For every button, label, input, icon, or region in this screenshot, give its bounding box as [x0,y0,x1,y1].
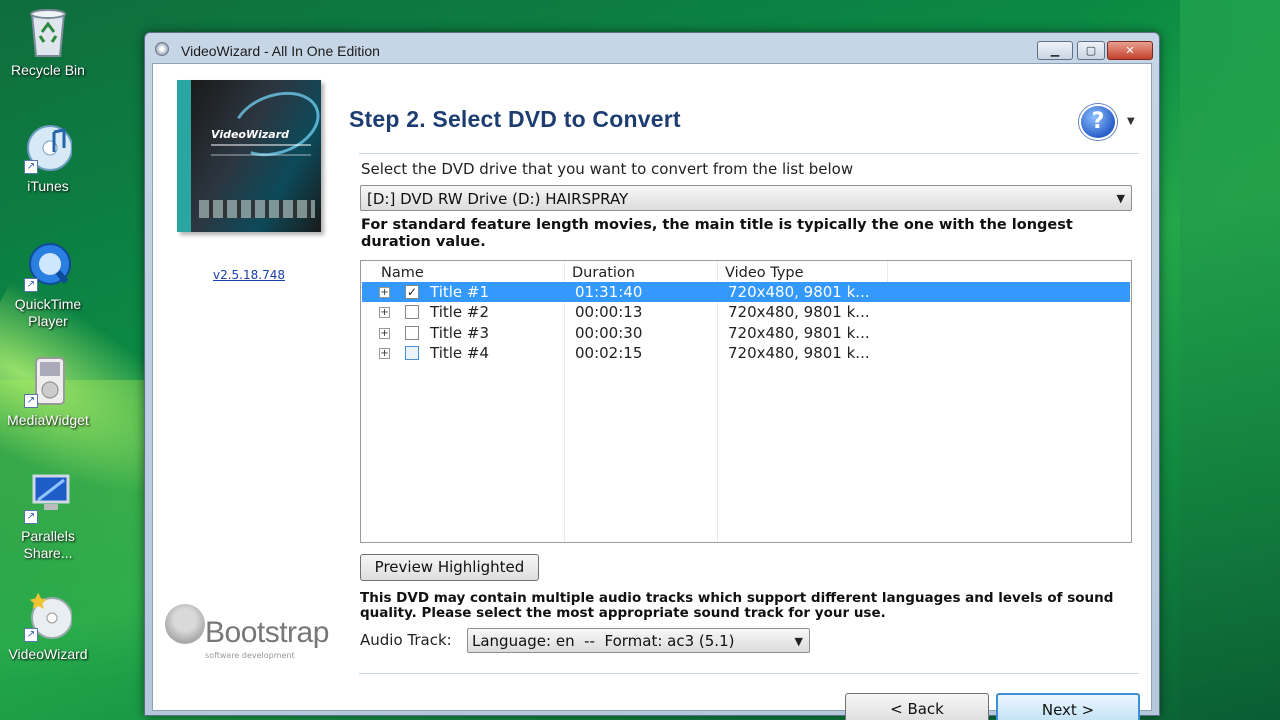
title-video-type: 720x480, 9801 k... [728,303,870,321]
bootstrap-logo-word: Bootstrap [205,616,329,649]
chevron-down-icon: ▼ [794,635,803,648]
table-row[interactable]: + Title #4 00:02:15 720x480, 9801 k... [362,343,1130,363]
audio-track-select[interactable]: Language: en -- Format: ac3 (5.1) ▼ [467,628,810,653]
title-duration: 00:00:30 [575,324,643,342]
column-header-video-type[interactable]: Video Type [725,265,804,281]
wizard-content: VideoWizard v2.5.18.748 Bootstrap softwa… [152,63,1152,720]
desktop-icon-parallels[interactable]: ↗ Parallels Share... [0,472,96,562]
minimize-button[interactable]: ▁ [1037,41,1073,60]
desktop-icon-mediawidget[interactable]: ↗ MediaWidget [0,356,96,429]
table-row[interactable]: + ✓ Title #1 01:31:40 720x480, 9801 k... [362,282,1130,302]
main-title-hint: For standard feature length movies, the … [361,217,1073,250]
shortcut-arrow-icon: ↗ [24,160,38,174]
window-titlebar[interactable]: VideoWizard - All In One Edition ▁ ▢ ✕ [145,33,1159,63]
title-name: Title #3 [430,324,490,342]
chevron-down-icon: ▼ [1116,192,1125,205]
window-title: VideoWizard - All In One Edition [181,43,380,59]
title-video-type: 720x480, 9801 k... [728,344,870,362]
desktop-icon-label: VideoWizard [8,646,88,662]
divider [359,153,1139,154]
expand-icon[interactable]: + [379,287,390,298]
bootstrap-logo-mark [165,604,205,644]
title-video-type: 720x480, 9801 k... [728,283,870,301]
help-dropdown-arrow-icon[interactable]: ▼ [1127,116,1135,127]
column-header-duration[interactable]: Duration [572,265,635,281]
help-icon[interactable]: ? [1079,104,1117,140]
audio-track-value: Language: en -- Format: ac3 (5.1) [472,632,735,650]
titles-list-header: Name Duration Video Type [361,261,1131,283]
drive-label: Select the DVD drive that you want to co… [361,160,854,178]
expand-icon[interactable]: + [379,307,390,318]
itunes-icon: ↗ [24,122,73,174]
shortcut-arrow-icon: ↗ [24,394,38,408]
desktop-icon-label: iTunes [27,178,69,194]
table-row[interactable]: + Title #2 00:00:13 720x480, 9801 k... [362,302,1130,322]
desktop-icon-label: Parallels Share... [21,528,75,561]
audio-track-label: Audio Track: [360,631,452,649]
next-button[interactable]: Next > [996,693,1140,720]
expand-icon[interactable]: + [379,348,390,359]
maximize-button[interactable]: ▢ [1077,41,1105,60]
table-row[interactable]: + Title #3 00:00:30 720x480, 9801 k... [362,323,1130,343]
app-icon [155,42,169,56]
title-name: Title #2 [430,303,490,321]
close-button[interactable]: ✕ [1107,41,1153,60]
expand-icon[interactable]: + [379,328,390,339]
title-duration: 00:00:13 [575,303,643,321]
title-checkbox[interactable] [405,346,419,360]
preview-highlighted-button[interactable]: Preview Highlighted [360,554,539,581]
title-video-type: 720x480, 9801 k... [728,324,870,342]
shortcut-arrow-icon: ↗ [24,278,38,292]
back-button[interactable]: < Back [845,693,989,720]
box-devices-graphic [199,200,315,218]
divider [359,673,1139,674]
column-separator [887,261,888,283]
shortcut-arrow-icon: ↗ [24,510,38,524]
desktop-icon-quicktime[interactable]: ↗ QuickTime Player [0,240,96,330]
column-header-name[interactable]: Name [381,265,424,281]
desktop-icon-label: QuickTime Player [14,296,82,329]
title-duration: 00:02:15 [575,344,643,362]
bootstrap-logo-tagline: software development [205,651,295,660]
version-link[interactable]: v2.5.18.748 [213,268,285,282]
page-title: Step 2. Select DVD to Convert [349,106,681,132]
mediawidget-icon: ↗ [24,356,72,408]
title-duration: 01:31:40 [575,283,643,301]
audio-track-note: This DVD may contain multiple audio trac… [360,590,1114,621]
recycle-bin-icon [24,6,72,58]
desktop-icon-videowizard[interactable]: ↗ VideoWizard [0,590,96,663]
desktop-icon-itunes[interactable]: ↗ iTunes [0,122,96,195]
title-checkbox[interactable] [405,305,419,319]
title-checkbox[interactable]: ✓ [405,285,419,299]
desktop-wallpaper-band [1180,0,1280,720]
desktop-icon-label: MediaWidget [7,412,89,428]
dvd-drive-select[interactable]: [D:] DVD RW Drive (D:) HAIRSPRAY ▼ [360,185,1132,211]
bootstrap-logo: Bootstrap software development [165,600,345,660]
titles-list[interactable]: Name Duration Video Type + ✓ Title #1 01… [360,260,1132,543]
shortcut-arrow-icon: ↗ [24,628,38,642]
title-name: Title #1 [430,283,490,301]
desktop-icon-label: Recycle Bin [11,62,85,78]
parallels-icon: ↗ [24,472,72,524]
product-box-image: VideoWizard [177,80,329,232]
box-product-name: VideoWizard [211,128,290,141]
desktop-icon-recycle-bin[interactable]: Recycle Bin [0,6,96,79]
quicktime-icon: ↗ [24,240,72,292]
title-name: Title #4 [430,344,490,362]
title-checkbox[interactable] [405,326,419,340]
box-subtitle-graphic [211,144,311,156]
dvd-drive-value: [D:] DVD RW Drive (D:) HAIRSPRAY [367,190,629,208]
videowizard-window: VideoWizard - All In One Edition ▁ ▢ ✕ V… [144,32,1160,720]
videowizard-icon: ↗ [24,590,73,642]
